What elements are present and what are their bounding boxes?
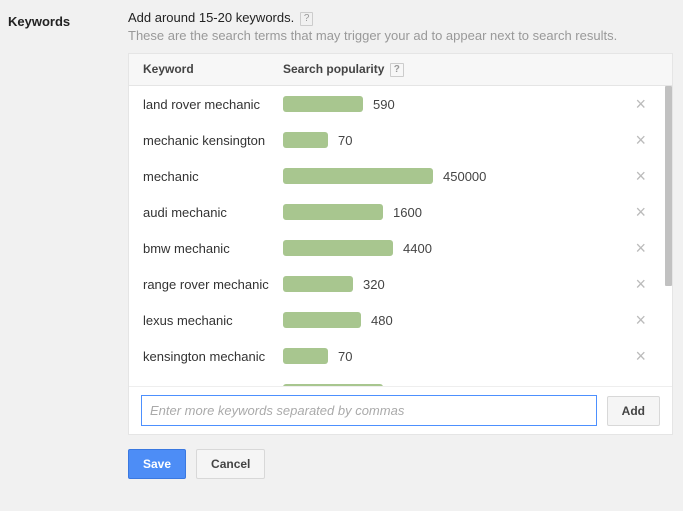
popularity-bar — [283, 132, 328, 148]
table-row: kensington mechanic 70 × — [129, 338, 672, 374]
remove-icon[interactable]: × — [629, 95, 652, 113]
table-row: land rover mechanic 590 × — [129, 86, 672, 122]
table-row: range rover mechanic 320 × — [129, 266, 672, 302]
keyword-cell: mercedes mechanic — [143, 385, 283, 387]
intro-line-2: These are the search terms that may trig… — [128, 28, 673, 43]
keyword-cell: kensington mechanic — [143, 349, 283, 364]
keyword-cell: land rover mechanic — [143, 97, 283, 112]
table-row: mercedes mechanic 1600 × — [129, 374, 672, 386]
popularity-value: 480 — [371, 313, 393, 328]
popularity-cell: 320 — [283, 276, 629, 292]
keyword-cell: mechanic — [143, 169, 283, 184]
intro-text-1: Add around 15-20 keywords. — [128, 10, 294, 25]
popularity-bar — [283, 96, 363, 112]
cancel-button[interactable]: Cancel — [196, 449, 265, 479]
remove-icon[interactable]: × — [629, 347, 652, 365]
popularity-cell: 1600 — [283, 384, 629, 386]
remove-icon[interactable]: × — [629, 167, 652, 185]
keywords-panel: Keyword Search popularity ? land rover m… — [128, 53, 673, 435]
add-button[interactable]: Add — [607, 396, 660, 426]
popularity-bar — [283, 240, 393, 256]
popularity-cell: 480 — [283, 312, 629, 328]
keyword-cell: mechanic kensington — [143, 133, 283, 148]
popularity-bar — [283, 348, 328, 364]
popularity-value: 1600 — [393, 205, 422, 220]
popularity-cell: 450000 — [283, 168, 629, 184]
help-icon[interactable]: ? — [300, 12, 314, 26]
popularity-value: 70 — [338, 349, 352, 364]
popularity-bar — [283, 168, 433, 184]
popularity-value: 320 — [363, 277, 385, 292]
popularity-value: 4400 — [403, 241, 432, 256]
table-row: lexus mechanic 480 × — [129, 302, 672, 338]
popularity-bar — [283, 384, 383, 386]
popularity-cell: 70 — [283, 132, 629, 148]
remove-icon[interactable]: × — [629, 383, 652, 386]
popularity-cell: 70 — [283, 348, 629, 364]
remove-icon[interactable]: × — [629, 203, 652, 221]
keyword-input[interactable] — [141, 395, 597, 426]
remove-icon[interactable]: × — [629, 311, 652, 329]
popularity-bar — [283, 312, 361, 328]
th-popularity-text: Search popularity — [283, 62, 384, 76]
popularity-bar — [283, 276, 353, 292]
help-icon[interactable]: ? — [390, 63, 404, 77]
table-row: audi mechanic 1600 × — [129, 194, 672, 230]
intro-line-1: Add around 15-20 keywords. ? — [128, 10, 673, 26]
popularity-cell: 1600 — [283, 204, 629, 220]
action-row: Save Cancel — [128, 449, 673, 479]
popularity-value: 1600 — [393, 385, 422, 387]
table-row: mechanic kensington 70 × — [129, 122, 672, 158]
table-header: Keyword Search popularity ? — [129, 54, 672, 86]
popularity-cell: 4400 — [283, 240, 629, 256]
th-keyword: Keyword — [143, 62, 283, 77]
remove-icon[interactable]: × — [629, 275, 652, 293]
remove-icon[interactable]: × — [629, 239, 652, 257]
popularity-value: 450000 — [443, 169, 486, 184]
keyword-rows: land rover mechanic590×mechanic kensingt… — [129, 86, 672, 386]
section-label: Keywords — [8, 14, 128, 29]
table-row: mechanic 450000 × — [129, 158, 672, 194]
popularity-cell: 590 — [283, 96, 629, 112]
th-popularity: Search popularity ? — [283, 62, 658, 77]
table-row: bmw mechanic 4400 × — [129, 230, 672, 266]
remove-icon[interactable]: × — [629, 131, 652, 149]
popularity-value: 590 — [373, 97, 395, 112]
keyword-cell: bmw mechanic — [143, 241, 283, 256]
keyword-cell: lexus mechanic — [143, 313, 283, 328]
keyword-cell: audi mechanic — [143, 205, 283, 220]
keyword-cell: range rover mechanic — [143, 277, 283, 292]
popularity-value: 70 — [338, 133, 352, 148]
save-button[interactable]: Save — [128, 449, 186, 479]
add-keyword-row: Add — [129, 386, 672, 434]
popularity-bar — [283, 204, 383, 220]
